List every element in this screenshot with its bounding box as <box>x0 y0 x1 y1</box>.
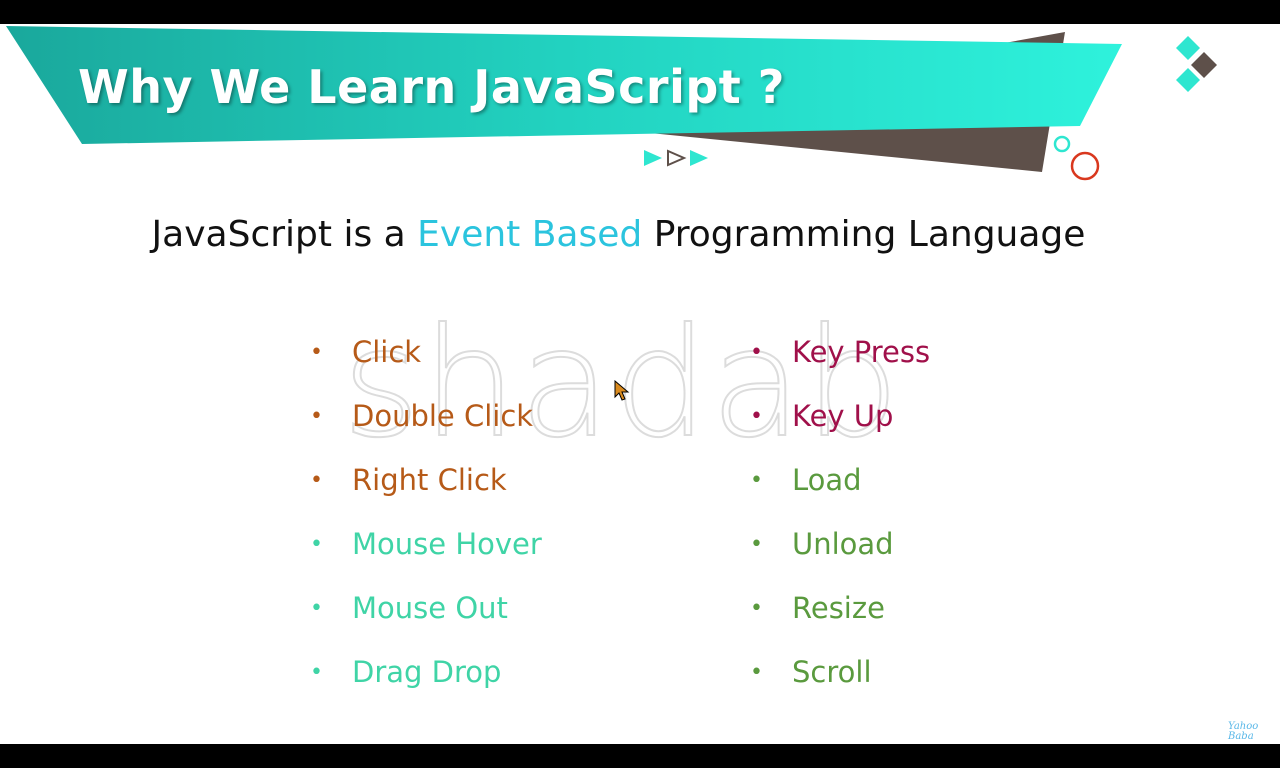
logo-line2: Baba <box>1228 731 1254 742</box>
list-item: • Right Click <box>310 448 542 512</box>
list-item: • Mouse Out <box>310 576 542 640</box>
list-item-label: Drag Drop <box>352 655 502 689</box>
list-item-label: Click <box>352 335 422 369</box>
title-banner <box>6 26 1217 181</box>
bullet-icon: • <box>310 531 323 557</box>
list-item-label: Unload <box>792 527 894 561</box>
bullet-icon: • <box>310 659 323 685</box>
bullet-icon: • <box>750 659 763 685</box>
list-item-label: Mouse Out <box>352 591 508 625</box>
presentation-slide: Why We Learn JavaScript ? JavaScript is … <box>0 24 1280 744</box>
video-frame: Why We Learn JavaScript ? JavaScript is … <box>0 0 1280 768</box>
subtitle-highlight: Event Based <box>417 214 643 255</box>
list-item: • Scroll <box>750 640 930 704</box>
bullet-icon: • <box>310 403 323 429</box>
bullet-icon: • <box>750 595 763 621</box>
bottom-letterbox <box>0 744 1280 768</box>
bullet-icon: • <box>750 339 763 365</box>
play-arrows-icon <box>644 149 708 167</box>
slide-subtitle: JavaScript is a Event Based Programming … <box>0 214 1237 255</box>
circle-decoration-icon <box>1053 135 1100 181</box>
bullet-icon: • <box>310 339 323 365</box>
list-item: • Mouse Hover <box>310 512 542 576</box>
list-item-label: Key Press <box>792 335 931 369</box>
list-item: • Key Press <box>750 320 930 384</box>
channel-logo: Yahoo Baba <box>1228 722 1258 742</box>
list-item: • Unload <box>750 512 930 576</box>
list-item-label: Scroll <box>792 655 872 689</box>
diamond-logo-icon <box>1176 36 1217 92</box>
list-item: • Resize <box>750 576 930 640</box>
list-item-label: Right Click <box>352 463 507 497</box>
mouse-cursor-icon <box>614 380 630 401</box>
list-item: • Click <box>310 320 542 384</box>
bullet-icon: • <box>750 531 763 557</box>
bullet-icon: • <box>310 595 323 621</box>
slide-title: Why We Learn JavaScript ? <box>78 60 785 114</box>
list-item: • Load <box>750 448 930 512</box>
list-item: • Key Up <box>750 384 930 448</box>
list-item-label: Load <box>792 463 862 497</box>
list-item-label: Resize <box>792 591 885 625</box>
bullet-icon: • <box>750 467 763 493</box>
list-item: • Double Click <box>310 384 542 448</box>
list-item-label: Key Up <box>792 399 894 433</box>
top-letterbox <box>0 0 1280 24</box>
list-item-label: Mouse Hover <box>352 527 542 561</box>
right-event-list: • Key Press • Key Up • Load • Unload • Resize… <box>750 320 930 704</box>
subtitle-text-start: JavaScript is a <box>151 214 418 255</box>
list-item: • Drag Drop <box>310 640 542 704</box>
left-event-list: • Click • Double Click • Right Click • Mouse… <box>310 320 542 704</box>
subtitle-text-end: Programming Language <box>642 214 1086 255</box>
list-item-label: Double Click <box>352 399 534 433</box>
bullet-icon: • <box>310 467 323 493</box>
bullet-icon: • <box>750 403 763 429</box>
